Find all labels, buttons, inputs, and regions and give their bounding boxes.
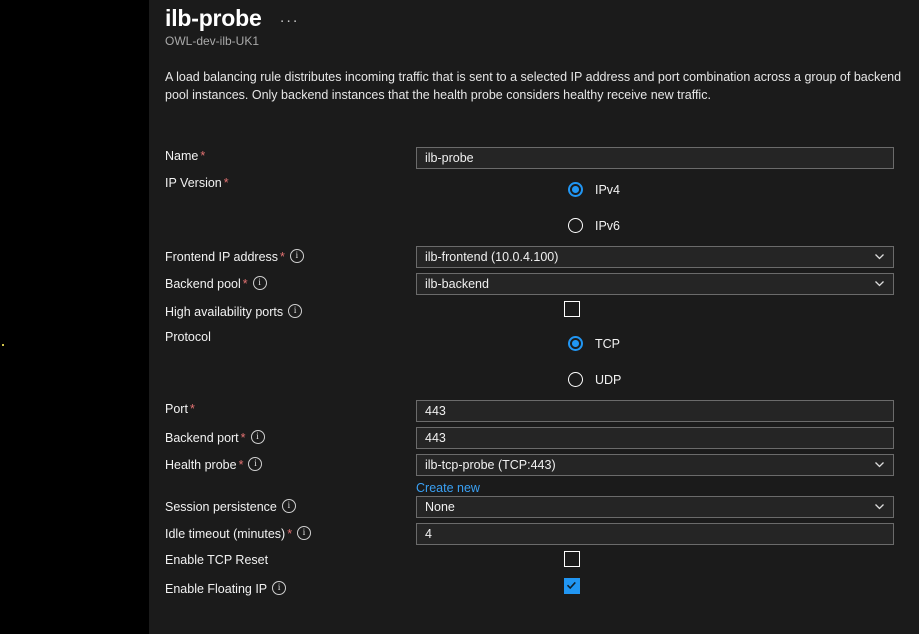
info-icon-backend-port[interactable]	[250, 430, 265, 444]
protocol-label: Protocol	[165, 329, 211, 345]
tcp-reset-label-text: Enable TCP Reset	[165, 553, 269, 567]
radio-tcp-label: TCP	[595, 337, 620, 351]
backend-port-input-wrap	[416, 427, 894, 449]
blade-description: A load balancing rule distributes incomi…	[165, 70, 902, 102]
chevron-down-icon	[874, 278, 885, 289]
idle-timeout-input[interactable]	[416, 523, 894, 545]
info-icon-backend-pool[interactable]	[252, 276, 267, 290]
backend-port-label-text: Backend port	[165, 431, 239, 445]
ha-ports-label-text: High availability ports	[165, 305, 284, 319]
tcp-reset-checkbox[interactable]	[564, 551, 580, 567]
ha-ports-checkbox[interactable]	[564, 301, 580, 317]
health-probe-value: ilb-tcp-probe (TCP:443)	[425, 458, 556, 472]
backend-pool-required-marker: *	[242, 277, 248, 291]
rail-artifact-dot	[2, 344, 4, 346]
session-persistence-select-wrap: None	[416, 496, 894, 518]
ip-version-required-marker: *	[223, 176, 229, 190]
frontend-ip-value: ilb-frontend (10.0.4.100)	[425, 250, 559, 264]
radio-ipv4[interactable]	[568, 182, 583, 197]
tcp-reset-label: Enable TCP Reset	[165, 552, 268, 568]
floating-ip-label: Enable Floating IP	[165, 579, 287, 597]
idle-timeout-label-text: Idle timeout (minutes)	[165, 527, 286, 541]
checkmark-icon	[566, 581, 576, 590]
more-options-icon[interactable]: ···	[280, 12, 300, 30]
ip-version-label-text: IP Version	[165, 176, 222, 190]
azure-portal-screen: ilb-probe ··· OWL-dev-ilb-UK1 A load bala…	[0, 0, 919, 634]
backend-pool-label: Backend pool *	[165, 274, 267, 292]
frontend-ip-label: Frontend IP address *	[165, 247, 304, 265]
backend-port-label: Backend port *	[165, 428, 265, 446]
info-icon-floating-ip[interactable]	[272, 581, 287, 595]
ha-ports-label: High availability ports	[165, 302, 303, 320]
health-probe-label-text: Health probe	[165, 458, 237, 472]
frontend-ip-label-text: Frontend IP address	[165, 250, 279, 264]
idle-timeout-required-marker: *	[287, 527, 293, 541]
chevron-down-icon	[874, 459, 885, 470]
health-probe-label: Health probe *	[165, 455, 263, 473]
health-probe-select[interactable]: ilb-tcp-probe (TCP:443)	[416, 454, 894, 476]
session-persistence-value: None	[425, 500, 455, 514]
name-label: Name *	[165, 148, 205, 164]
breadcrumb-subtitle: OWL-dev-ilb-UK1	[165, 34, 260, 48]
name-input[interactable]	[416, 147, 894, 169]
chevron-down-icon	[874, 501, 885, 512]
backend-port-input[interactable]	[416, 427, 894, 449]
idle-timeout-label: Idle timeout (minutes) *	[165, 524, 312, 542]
session-persistence-label-text: Session persistence	[165, 500, 277, 514]
port-input[interactable]	[416, 400, 894, 422]
radio-ipv4-label: IPv4	[595, 183, 621, 197]
load-balancing-rule-blade: ilb-probe ··· OWL-dev-ilb-UK1 A load bala…	[149, 0, 919, 634]
backend-pool-value: ilb-backend	[425, 277, 489, 291]
session-persistence-select[interactable]: None	[416, 496, 894, 518]
backend-port-required-marker: *	[240, 431, 246, 445]
port-required-marker: *	[189, 402, 195, 416]
floating-ip-label-text: Enable Floating IP	[165, 582, 268, 596]
chevron-down-icon	[874, 251, 885, 262]
protocol-label-text: Protocol	[165, 330, 211, 344]
info-icon-idle-timeout[interactable]	[297, 526, 312, 540]
left-navigation-rail	[0, 0, 149, 634]
backend-pool-select[interactable]: ilb-backend	[416, 273, 894, 295]
name-label-text: Name	[165, 149, 199, 163]
info-icon-frontend-ip[interactable]	[289, 249, 304, 263]
health-probe-select-wrap: ilb-tcp-probe (TCP:443)	[416, 454, 894, 476]
idle-timeout-input-wrap	[416, 523, 894, 545]
blade-header: ilb-probe ···	[165, 4, 299, 32]
page-title: ilb-probe	[165, 5, 262, 31]
frontend-ip-required-marker: *	[280, 250, 285, 264]
radio-ipv6[interactable]	[568, 218, 583, 233]
backend-pool-label-text: Backend pool	[165, 277, 241, 291]
port-label-text: Port	[165, 402, 188, 416]
radio-ipv6-label: IPv6	[595, 219, 621, 233]
name-input-wrap	[416, 147, 894, 169]
create-new-health-probe-link[interactable]: Create new	[416, 480, 480, 496]
session-persistence-label: Session persistence	[165, 497, 296, 515]
radio-tcp[interactable]	[568, 336, 583, 351]
ip-version-label: IP Version *	[165, 175, 229, 191]
info-icon-session-persistence[interactable]	[281, 499, 296, 513]
info-icon-ha-ports[interactable]	[288, 304, 303, 318]
backend-pool-select-wrap: ilb-backend	[416, 273, 894, 295]
frontend-ip-select[interactable]: ilb-frontend (10.0.4.100)	[416, 246, 894, 268]
health-probe-required-marker: *	[238, 458, 244, 472]
floating-ip-checkbox[interactable]	[564, 578, 580, 594]
info-icon-health-probe[interactable]	[248, 457, 263, 471]
radio-udp[interactable]	[568, 372, 583, 387]
port-input-wrap	[416, 400, 894, 422]
frontend-ip-select-wrap: ilb-frontend (10.0.4.100)	[416, 246, 894, 268]
name-required-marker: *	[200, 149, 206, 163]
radio-udp-label: UDP	[595, 373, 622, 387]
port-label: Port *	[165, 401, 195, 417]
